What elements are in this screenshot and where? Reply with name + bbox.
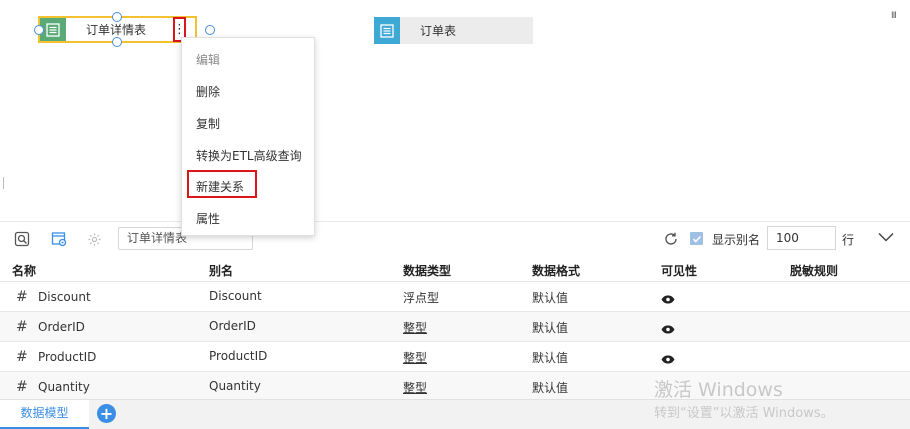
numeric-field-icon: # (16, 349, 28, 365)
gear-icon[interactable] (85, 230, 103, 248)
panel-toggle-icon[interactable]: III (891, 11, 897, 21)
row-unit-label: 行 (842, 233, 855, 247)
windows-activation-watermark-title: 激活 Windows (654, 379, 783, 401)
model-canvas[interactable]: 订单详情表 ⋮ 订单表 III (0, 0, 910, 221)
field-alias[interactable]: OrderID (209, 319, 256, 333)
refresh-icon[interactable] (662, 230, 680, 248)
column-header-name[interactable]: 名称 (12, 262, 36, 279)
row-count-input[interactable]: 100 (767, 226, 836, 250)
field-name: Quantity (38, 380, 90, 394)
field-type[interactable]: 整型 (403, 379, 427, 396)
menu-item-convert-etl[interactable]: 转换为ETL高级查询 (196, 147, 302, 164)
field-format[interactable]: 默认值 (532, 379, 568, 396)
table-settings-icon[interactable] (50, 230, 68, 248)
field-format[interactable]: 默认值 (532, 319, 568, 336)
field-format[interactable]: 默认值 (532, 289, 568, 306)
resize-handle-bottom[interactable] (112, 37, 122, 47)
numeric-field-icon: # (16, 379, 28, 395)
column-header-visible[interactable]: 可见性 (661, 262, 697, 279)
table-icon (374, 17, 400, 44)
eye-icon[interactable] (661, 323, 675, 337)
table-header: 名称 别名 数据类型 数据格式 可见性 脱敏规则 (0, 257, 910, 281)
tab-data-model[interactable]: 数据模型 (0, 400, 89, 429)
column-header-alias[interactable]: 别名 (209, 262, 233, 279)
table-row[interactable]: # ProductID ProductID 整型 默认值 (0, 341, 910, 371)
more-vertical-icon: ⋮ (173, 22, 186, 37)
field-alias[interactable]: Discount (209, 289, 262, 303)
field-alias[interactable]: ProductID (209, 349, 267, 363)
preview-icon[interactable] (13, 230, 31, 248)
numeric-field-icon: # (16, 319, 28, 335)
menu-item-new-relation[interactable]: 新建关系 (196, 178, 244, 195)
field-type[interactable]: 浮点型 (403, 289, 439, 306)
column-header-type[interactable]: 数据类型 (403, 262, 451, 279)
resize-handle-left[interactable] (34, 25, 44, 35)
menu-item-properties[interactable]: 属性 (196, 210, 220, 227)
column-header-format[interactable]: 数据格式 (532, 262, 580, 279)
chevron-down-icon[interactable] (877, 231, 895, 246)
menu-item-delete[interactable]: 删除 (196, 83, 220, 100)
field-type[interactable]: 整型 (403, 349, 427, 366)
field-toolbar: 订单详情表 显示别名 100 行 (0, 221, 910, 257)
field-format[interactable]: 默认值 (532, 349, 568, 366)
resize-handle-right[interactable] (205, 25, 215, 35)
field-name: ProductID (38, 350, 97, 364)
windows-activation-watermark-hint: 转到“设置”以激活 Windows。 (654, 406, 834, 421)
resize-handle-top[interactable] (112, 12, 122, 22)
eye-icon[interactable] (661, 353, 675, 367)
table-row[interactable]: # Discount Discount 浮点型 默认值 (0, 281, 910, 311)
numeric-field-icon: # (16, 289, 28, 305)
column-header-mask[interactable]: 脱敏规则 (790, 262, 838, 279)
table-node-order[interactable]: 订单表 (374, 17, 533, 44)
field-name: Discount (38, 290, 91, 304)
field-alias[interactable]: Quantity (209, 379, 261, 393)
node-label: 订单表 (420, 24, 457, 38)
table-row[interactable]: # OrderID OrderID 整型 默认值 (0, 311, 910, 341)
add-tab-button[interactable]: + (97, 404, 116, 423)
menu-item-copy[interactable]: 复制 (196, 115, 220, 132)
node-label: 订单详情表 (86, 23, 147, 37)
show-alias-checkbox[interactable] (690, 232, 703, 245)
splitter-handle[interactable] (3, 177, 4, 189)
eye-icon[interactable] (661, 293, 675, 307)
node-context-menu: 编辑 删除 复制 转换为ETL高级查询 新建关系 属性 (181, 37, 315, 236)
field-type[interactable]: 整型 (403, 319, 427, 336)
plus-icon: + (99, 403, 114, 423)
show-alias-label: 显示别名 (712, 233, 761, 247)
menu-item-edit[interactable]: 编辑 (196, 51, 220, 68)
field-name: OrderID (38, 320, 85, 334)
